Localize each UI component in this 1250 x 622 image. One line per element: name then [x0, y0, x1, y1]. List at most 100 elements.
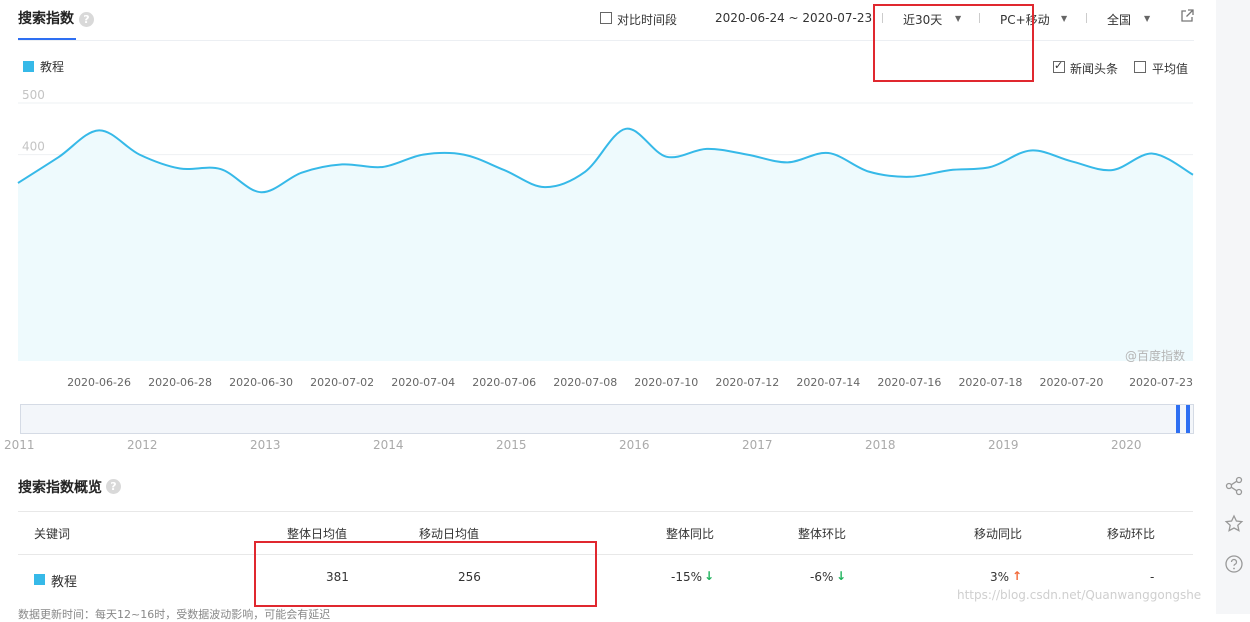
x-tick-label: 2020-07-20	[1039, 376, 1103, 389]
data-point	[260, 191, 262, 193]
data-point	[706, 148, 708, 150]
share-icon[interactable]	[1224, 476, 1244, 496]
timeline-year-label: 2019	[988, 438, 1019, 452]
data-point	[544, 186, 546, 188]
region-dropdown[interactable]: 全国	[1107, 11, 1131, 28]
col-mobile-avg: 移动日均值	[419, 527, 480, 541]
timeline-year-label: 2012	[127, 438, 158, 452]
data-point	[1151, 153, 1153, 155]
average-checkbox[interactable]	[1134, 61, 1146, 73]
divider	[1086, 13, 1087, 23]
data-point	[463, 154, 465, 156]
legend-series-label[interactable]: 教程	[40, 58, 64, 75]
data-point	[17, 182, 19, 184]
footer-note: 数据更新时间：每天12~16时，受数据波动影响，可能会有延迟	[18, 608, 331, 621]
help-icon[interactable]: ?	[106, 479, 121, 494]
data-point	[868, 171, 870, 173]
timeline-year-label: 2013	[250, 438, 281, 452]
slider-handle-left[interactable]	[1176, 405, 1180, 433]
page-title: 搜索指数	[18, 11, 74, 27]
timeline-year-label: 2014	[373, 438, 404, 452]
highlight-box	[873, 4, 1034, 82]
table-head-rule	[18, 554, 1193, 555]
arrow-down-icon: ↓	[836, 569, 847, 583]
timeline-year-label: 2015	[496, 438, 527, 452]
watermark: @百度指数	[1125, 349, 1186, 363]
table-top-rule	[18, 511, 1193, 512]
data-point	[503, 169, 505, 171]
overview-title: 搜索指数概览	[18, 480, 102, 496]
data-point	[625, 128, 627, 130]
series-area	[18, 128, 1193, 361]
x-tick-label: 2020-07-02	[310, 376, 374, 389]
x-tick-label: 2020-07-23	[1129, 376, 1193, 389]
date-range-picker[interactable]: 2020-06-24 ~ 2020-07-23	[715, 11, 872, 25]
data-point	[139, 154, 141, 156]
arrow-up-icon: ↑	[1012, 569, 1023, 583]
slider-handle-right[interactable]	[1186, 405, 1190, 433]
news-label: 新闻头条	[1070, 62, 1119, 76]
data-point	[382, 166, 384, 168]
row-overall-mom: -6%	[810, 570, 834, 584]
timeline-year-label: 2016	[619, 438, 650, 452]
col-overall-yoy: 整体同比	[666, 527, 715, 541]
y-tick-label: 500	[22, 90, 45, 102]
average-label: 平均值	[1152, 62, 1189, 76]
site-watermark: https://blog.csdn.net/Quanwanggongshe	[957, 588, 1202, 602]
compare-label: 对比时间段	[617, 13, 678, 27]
data-point	[98, 129, 100, 131]
data-point	[1070, 160, 1072, 162]
chevron-down-icon: ▼	[1144, 14, 1151, 23]
data-point	[301, 172, 303, 174]
row-mobile-mom: -	[1150, 570, 1155, 584]
x-tick-label: 2020-06-26	[67, 376, 131, 389]
keyword-swatch	[34, 574, 45, 585]
data-point	[665, 156, 667, 158]
x-tick-label: 2020-07-16	[877, 376, 941, 389]
data-point	[746, 154, 748, 156]
star-icon[interactable]	[1224, 514, 1244, 534]
x-tick-label: 2020-06-28	[148, 376, 212, 389]
data-point	[58, 156, 60, 158]
col-overall-avg: 整体日均值	[287, 527, 348, 541]
data-point	[989, 166, 991, 168]
x-tick-label: 2020-07-10	[634, 376, 698, 389]
row-overall-yoy: -15%	[671, 570, 703, 584]
x-tick-label: 2020-07-18	[958, 376, 1022, 389]
x-tick-label: 2020-07-04	[391, 376, 455, 389]
data-point	[949, 169, 951, 171]
timeline-year-label: 2018	[865, 438, 896, 452]
col-keyword: 关键词	[34, 527, 71, 541]
arrow-down-icon: ↓	[704, 569, 715, 583]
chevron-down-icon: ▼	[1061, 14, 1068, 23]
data-point	[1192, 174, 1194, 176]
data-point	[584, 171, 586, 173]
y-tick-label: 400	[22, 140, 45, 154]
compare-checkbox[interactable]	[600, 12, 612, 24]
search-index-chart: 1002003004005002020-06-262020-06-282020-…	[17, 90, 1194, 389]
timeline-year-label: 2017	[742, 438, 773, 452]
col-mobile-yoy: 移动同比	[974, 527, 1023, 541]
timeline-year-label: 2011	[4, 438, 35, 452]
data-point	[220, 168, 222, 170]
news-checkbox[interactable]	[1053, 59, 1065, 73]
data-point	[341, 163, 343, 165]
question-icon[interactable]	[1224, 554, 1244, 574]
timeline-slider[interactable]	[20, 404, 1194, 434]
col-mobile-mom: 移动环比	[1107, 527, 1156, 541]
data-point	[827, 152, 829, 154]
help-icon[interactable]: ?	[79, 12, 94, 27]
external-link-icon[interactable]	[1180, 9, 1194, 23]
x-tick-label: 2020-07-06	[472, 376, 536, 389]
timeline-year-label: 2020	[1111, 438, 1142, 452]
x-tick-label: 2020-07-12	[715, 376, 779, 389]
data-point	[787, 161, 789, 163]
x-tick-label: 2020-07-14	[796, 376, 860, 389]
data-point	[179, 168, 181, 170]
x-tick-label: 2020-07-08	[553, 376, 617, 389]
legend-swatch	[23, 61, 34, 72]
data-point	[908, 176, 910, 178]
data-point	[1111, 169, 1113, 171]
data-point	[422, 154, 424, 156]
data-point	[1030, 149, 1032, 151]
